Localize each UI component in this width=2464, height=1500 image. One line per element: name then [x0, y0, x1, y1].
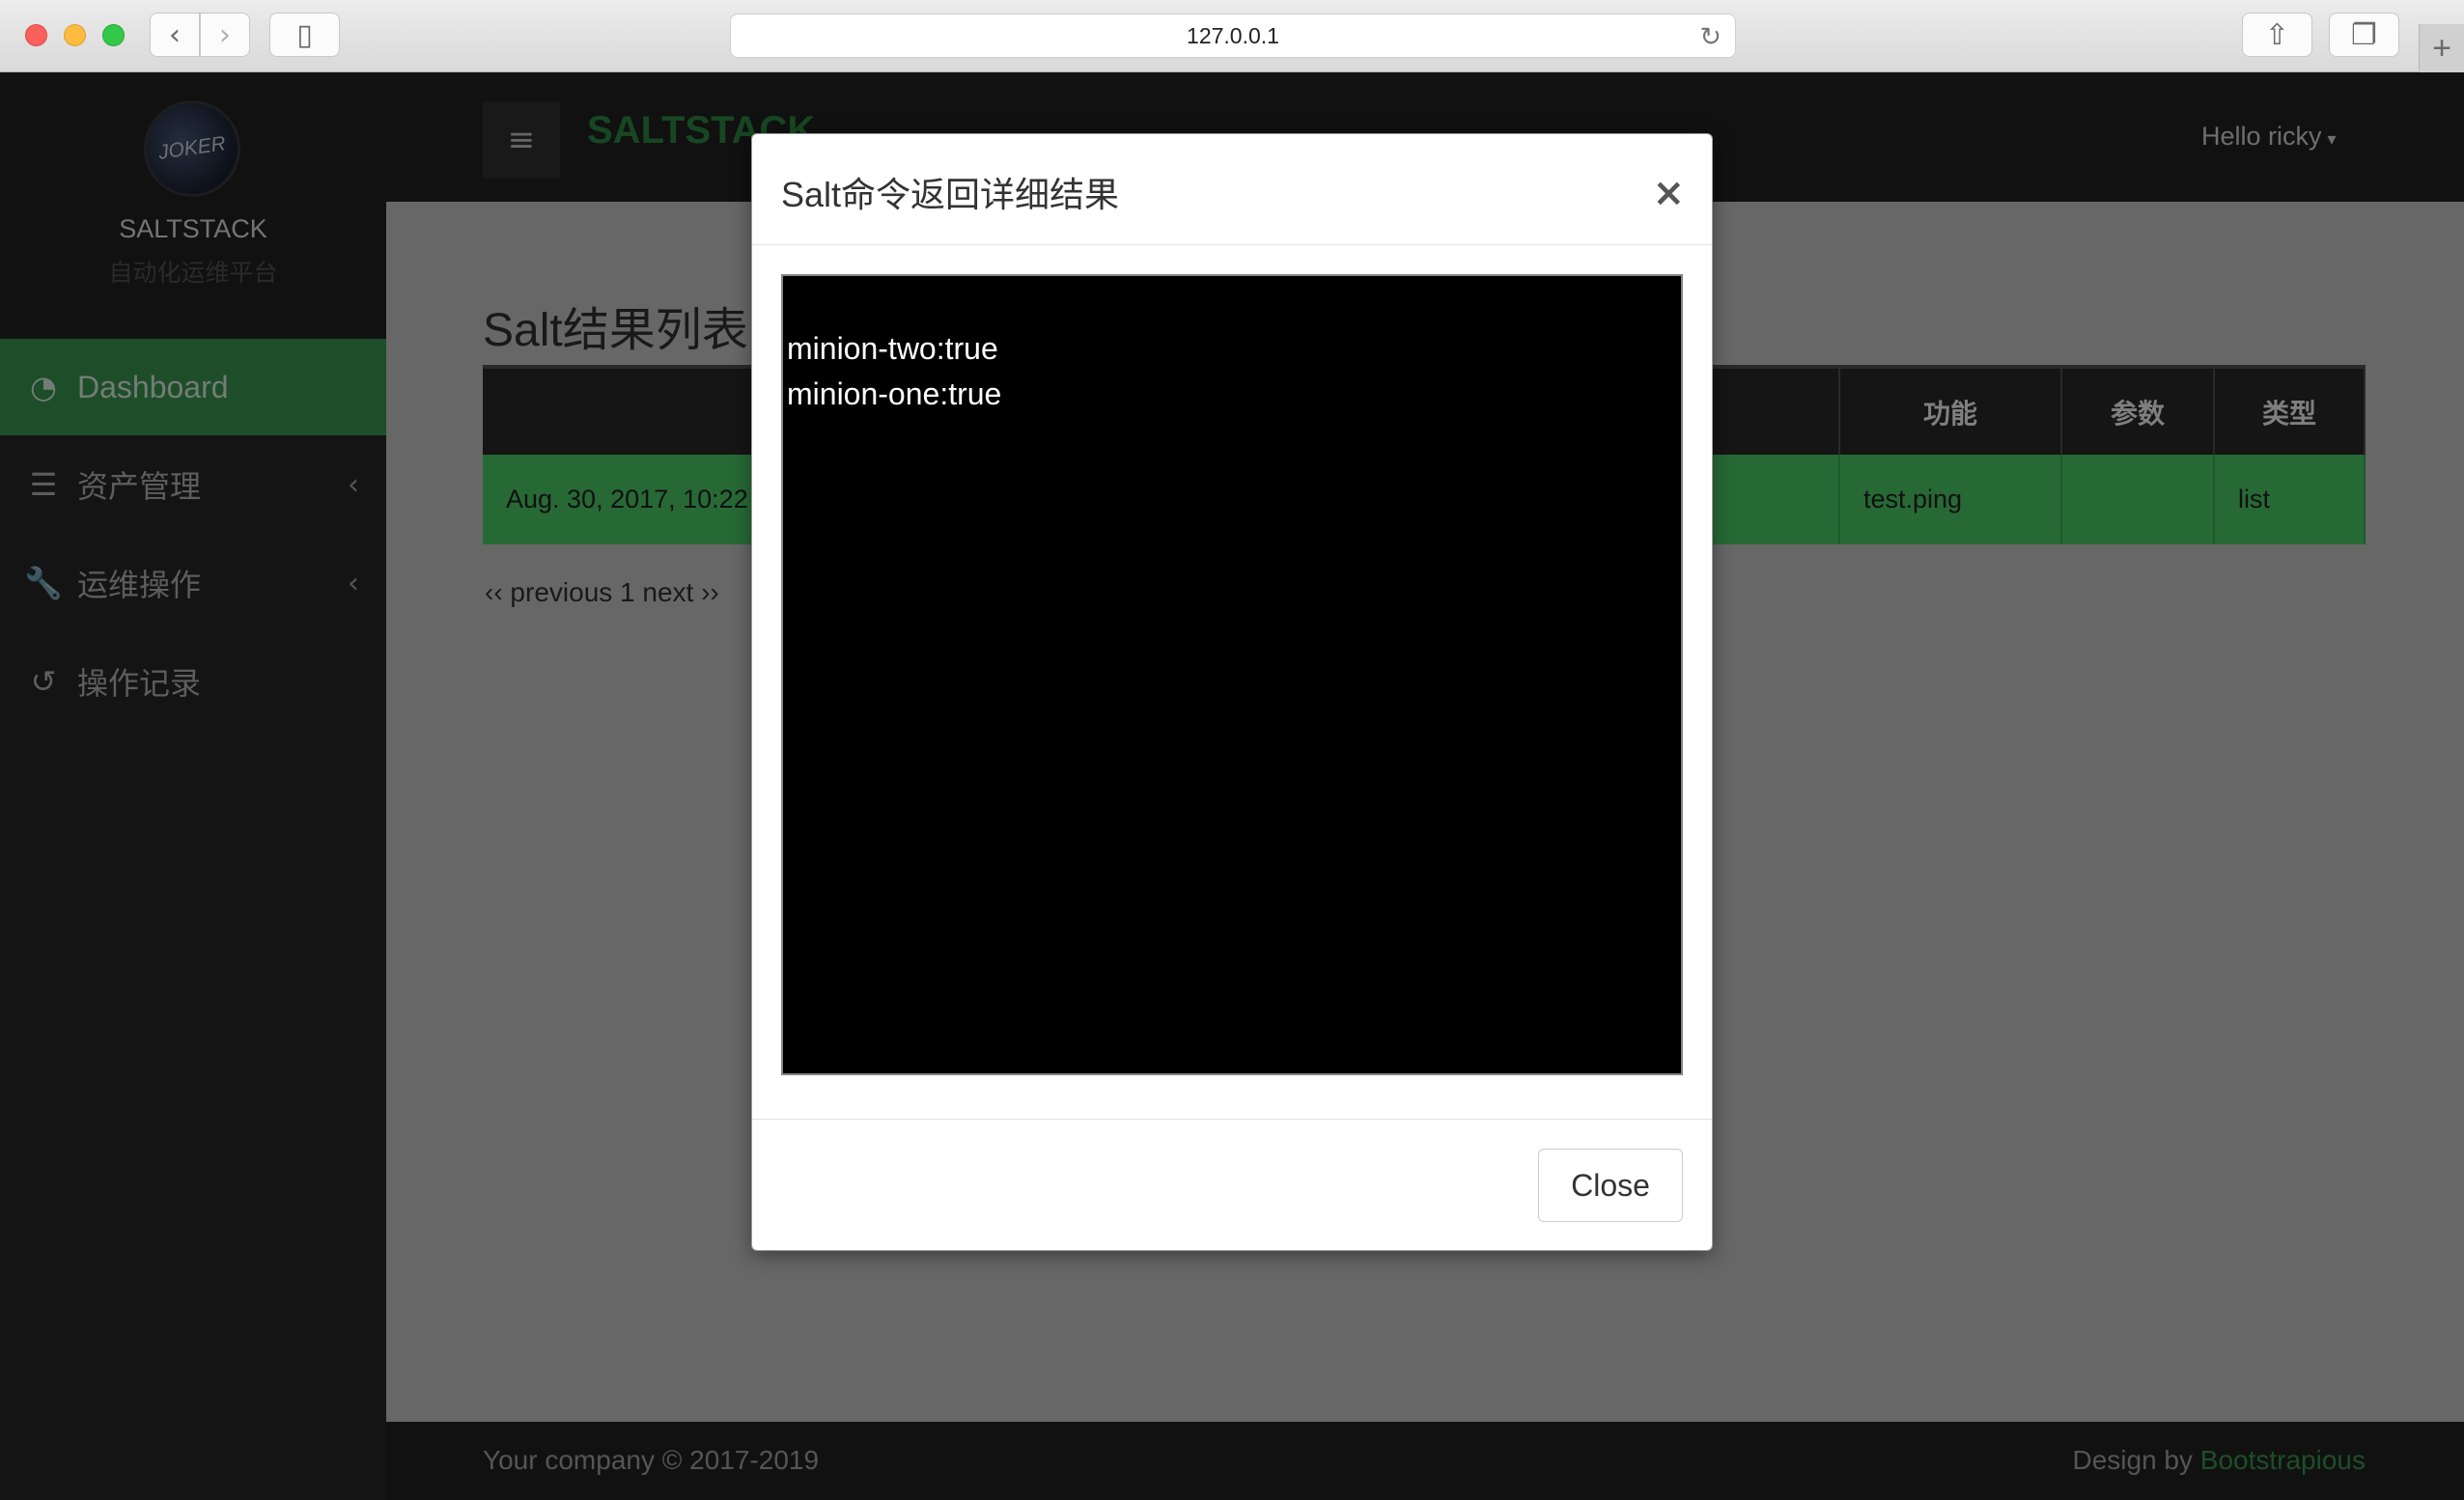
share-button[interactable]: ⇧: [2242, 13, 2312, 57]
modal-footer: Close: [752, 1119, 1712, 1252]
sidebar-icon: ▯: [296, 17, 313, 52]
url-text: 127.0.0.1: [1187, 22, 1279, 48]
close-button[interactable]: Close: [1538, 1149, 1683, 1222]
close-icon[interactable]: ×: [1652, 171, 1685, 215]
back-button[interactable]: ‹: [150, 13, 200, 57]
minimize-window-button[interactable]: [64, 24, 86, 46]
tabs-icon: ❐: [2351, 17, 2377, 52]
result-modal: Salt命令返回详细结果 × minion-two:true minion-on…: [751, 133, 1713, 1251]
share-icon: ⇧: [2264, 17, 2290, 52]
tab-overview-button[interactable]: ❐: [2329, 13, 2399, 57]
chevron-left-icon: ‹: [169, 17, 181, 52]
forward-button[interactable]: ›: [200, 13, 250, 57]
new-tab-button[interactable]: +: [2419, 24, 2464, 72]
browser-toolbar: ‹ › ▯ 127.0.0.1 ↻ ⇧ ❐ +: [0, 0, 2464, 72]
close-window-button[interactable]: [25, 24, 47, 46]
address-bar[interactable]: 127.0.0.1 ↻: [730, 14, 1736, 58]
modal-header: Salt命令返回详细结果 ×: [752, 134, 1712, 245]
zoom-window-button[interactable]: [102, 24, 125, 46]
modal-title: Salt命令返回详细结果: [781, 175, 1120, 214]
reload-icon[interactable]: ↻: [1699, 22, 1722, 52]
show-sidebar-button[interactable]: ▯: [269, 13, 340, 57]
plus-icon: +: [2432, 29, 2451, 67]
chevron-right-icon: ›: [219, 17, 231, 52]
result-textarea[interactable]: minion-two:true minion-one:true: [781, 274, 1683, 1075]
